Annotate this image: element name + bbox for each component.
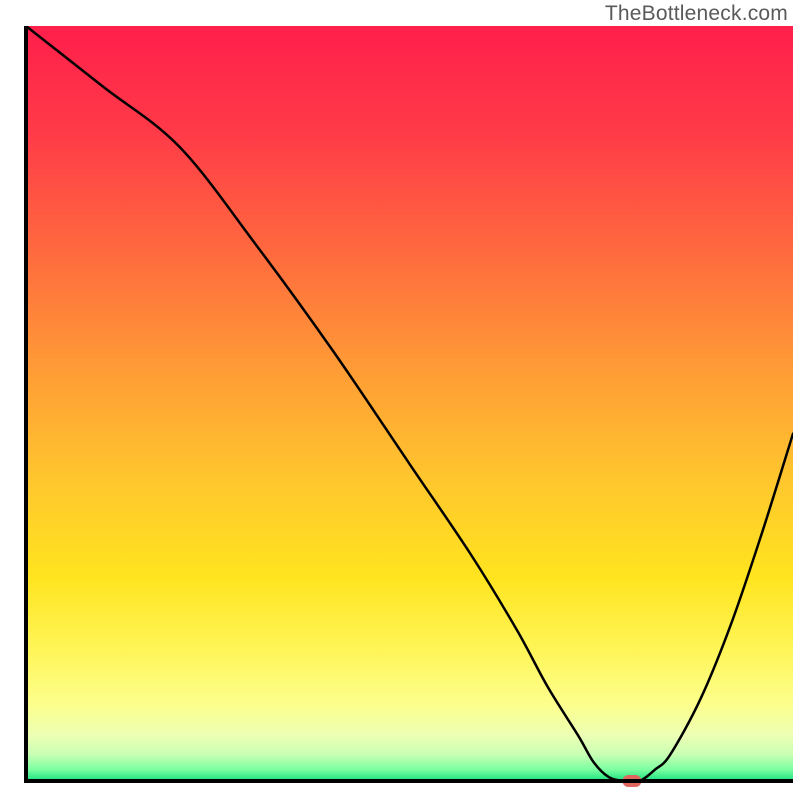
chart-container: TheBottleneck.com xyxy=(0,0,800,800)
gradient-background xyxy=(26,26,793,781)
bottleneck-chart xyxy=(0,0,800,800)
